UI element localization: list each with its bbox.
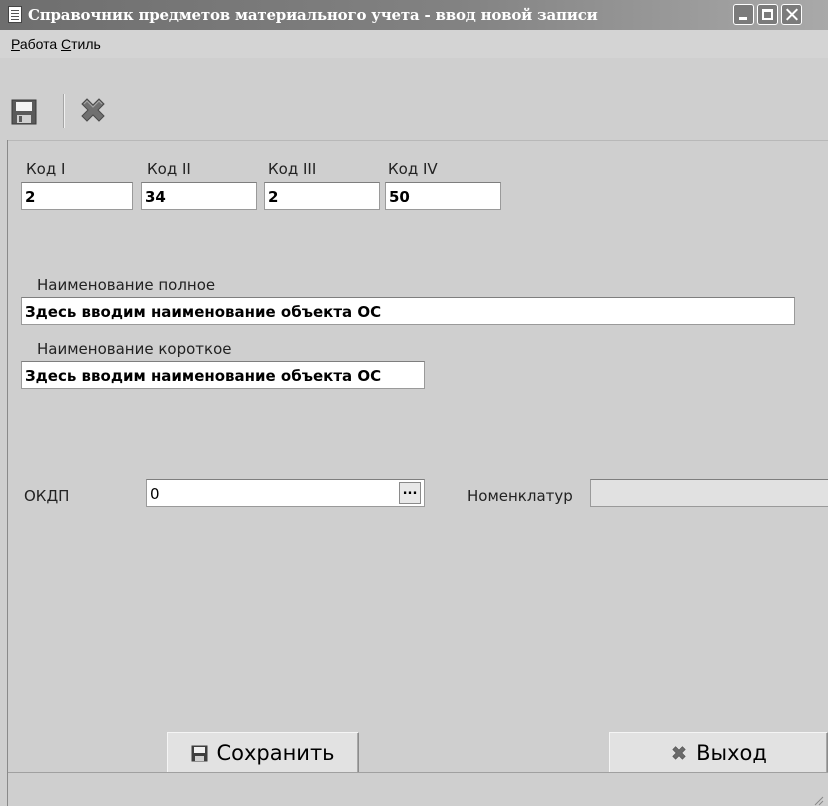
kod-4-input[interactable]: 50 [385,182,501,210]
okdp-input[interactable]: 0 [146,479,425,507]
save-icon[interactable] [10,96,38,126]
maximize-button[interactable] [757,4,778,25]
window-title: Справочник предметов материального учета… [28,6,598,24]
resize-grip-icon[interactable] [812,791,824,806]
okdp-browse-button[interactable]: ... [399,482,421,504]
kod-2-input[interactable]: 34 [141,182,257,210]
status-bar [8,772,828,806]
toolbar [0,58,828,141]
menu-label: абота [19,36,58,52]
save-icon [191,745,208,762]
label-kod-3: Код III [268,160,317,178]
exit-button[interactable]: Выход [609,732,828,774]
left-frame [0,140,8,806]
label-name-short: Наименование короткое [37,340,232,358]
label-kod-4: Код IV [388,160,438,178]
label-nomenclature: Номенклатур [467,487,573,505]
menu-accel: С [61,36,72,52]
toolbar-separator [63,94,64,128]
menu-bar: Работа Стиль [0,30,828,58]
save-button-label: Сохранить [216,741,335,765]
save-button[interactable]: Сохранить [167,732,359,774]
close-button[interactable] [781,4,802,25]
close-x-icon [670,745,688,762]
title-bar[interactable]: Справочник предметов материального учета… [0,0,828,30]
menu-item-rabota[interactable]: Работа [11,36,57,52]
delete-x-icon[interactable] [78,96,106,126]
minimize-button[interactable] [733,4,754,25]
nomenclature-input [590,479,828,507]
name-short-input[interactable]: Здесь вводим наименование объекта ОС [21,361,425,389]
exit-button-label: Выход [696,741,767,765]
name-full-input[interactable]: Здесь вводим наименование объекта ОС [21,297,795,325]
document-icon [8,6,22,23]
label-okdp: ОКДП [24,487,70,505]
dialog-window: Справочник предметов материального учета… [0,0,828,806]
menu-item-stil[interactable]: Стиль [61,36,101,52]
kod-3-input[interactable]: 2 [264,182,380,210]
label-name-full: Наименование полное [37,276,216,294]
label-kod-1: Код I [26,160,66,178]
kod-1-input[interactable]: 2 [21,182,133,210]
label-kod-2: Код II [147,160,191,178]
menu-label: тиль [71,36,101,52]
menu-accel: Р [11,36,20,52]
